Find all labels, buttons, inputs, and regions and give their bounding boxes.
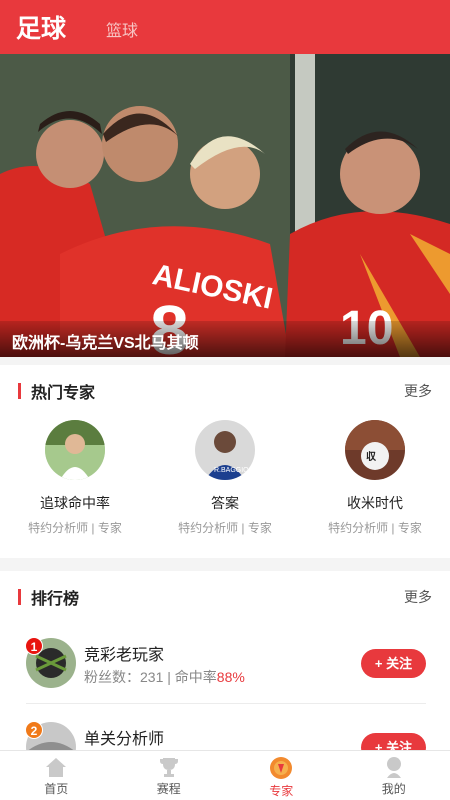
svg-text:R.BAGGIO: R.BAGGIO <box>214 467 249 474</box>
hot-experts-section: 热门专家 更多 追球命中率 特约分析师 | 专家 R.BAGGIO 答案 特约分… <box>0 365 450 558</box>
expert-name: 答案 <box>211 495 239 511</box>
expert-card[interactable]: 収 收米时代 特约分析师 | 专家 <box>300 420 450 536</box>
expert-role: 特约分析师 | 专家 <box>28 521 122 535</box>
expert-role: 特约分析师 | 专家 <box>328 521 422 535</box>
section-marker <box>18 383 21 399</box>
rank-badge: 2 <box>25 721 43 739</box>
tab-home[interactable]: 首页 <box>0 751 113 800</box>
user-icon <box>386 757 401 778</box>
banner-image: ALIOSKI 8 10 <box>0 54 450 357</box>
tab-label: 首页 <box>44 782 69 796</box>
tab-label: 赛程 <box>156 782 181 796</box>
home-icon <box>46 758 67 777</box>
expert-name: 收米时代 <box>347 495 403 511</box>
expert-card[interactable]: 追球命中率 特约分析师 | 专家 <box>0 420 150 536</box>
expert-icon <box>270 757 293 779</box>
svg-text:収: 収 <box>366 451 377 463</box>
tab-label: 专家 <box>269 784 294 798</box>
avatar <box>45 420 105 480</box>
section-title: 热门专家 <box>31 385 96 402</box>
ranking-name: 单关分析师 <box>84 731 165 748</box>
expert-name: 追球命中率 <box>40 495 110 511</box>
expert-card[interactable]: R.BAGGIO 答案 特约分析师 | 专家 <box>150 420 300 536</box>
tab-label: 我的 <box>381 782 406 796</box>
tab-schedule[interactable]: 赛程 <box>113 751 226 800</box>
tab-experts[interactable]: 专家 <box>225 751 338 800</box>
ranking-row[interactable]: 2 单关分析师 + 关注 <box>0 655 450 772</box>
rank-badge: 1 <box>25 637 43 655</box>
bottom-tab-bar: 首页 赛程 专家 我的 <box>0 750 450 800</box>
avatar: R.BAGGIO <box>195 420 255 480</box>
trophy-icon <box>159 758 178 777</box>
section-header: 热门专家 更多 <box>18 379 432 403</box>
avatar: 収 <box>345 420 405 480</box>
tab-basketball[interactable]: 篮球 <box>106 17 138 41</box>
expert-role: 特约分析师 | 专家 <box>178 521 272 535</box>
top-tab-bar: 足球 篮球 <box>0 0 450 54</box>
banner-caption: 欧洲杯-乌克兰VS北马其顿 <box>0 321 450 357</box>
more-link[interactable]: 更多 <box>404 381 432 401</box>
tab-mine[interactable]: 我的 <box>338 751 450 800</box>
match-banner[interactable]: ALIOSKI 8 10 欧洲杯-乌克兰VS北马其顿 <box>0 54 450 357</box>
ranking-row[interactable]: 1 竞彩老玩家 粉丝数：231 | 命中率88% + 关注 <box>0 571 450 704</box>
tab-football[interactable]: 足球 <box>16 9 66 45</box>
